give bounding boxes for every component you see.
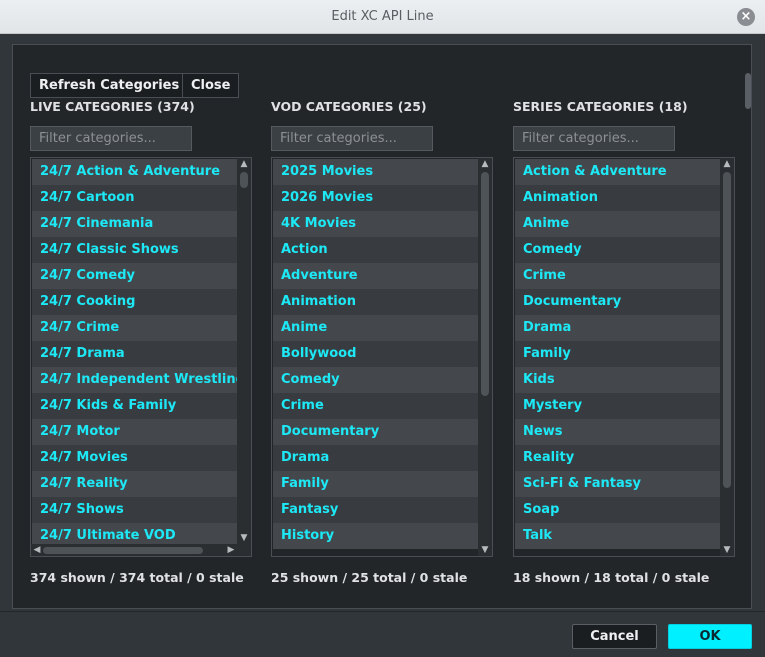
- live-category-item[interactable]: 24/7 Cooking: [32, 289, 237, 315]
- refresh-categories-button[interactable]: Refresh Categories: [30, 73, 189, 98]
- live-category-item[interactable]: 24/7 Movies: [32, 445, 237, 471]
- vod-category-item[interactable]: Fantasy: [273, 497, 478, 523]
- scroll-down-icon[interactable]: ▼: [720, 544, 734, 556]
- vod-scroll-thumb[interactable]: [481, 172, 489, 396]
- live-status-text: 374 shown / 374 total / 0 stale: [30, 570, 244, 585]
- live-category-item[interactable]: 24/7 Classic Shows: [32, 237, 237, 263]
- live-categories-list[interactable]: 24/7 Action & Adventure 24/7 Cartoon 24/7 …: [30, 157, 252, 557]
- vod-category-item[interactable]: 2025 Movies: [273, 159, 478, 185]
- vod-category-item[interactable]: Bollywood: [273, 341, 478, 367]
- series-categories-heading: SERIES CATEGORIES (18): [513, 99, 688, 114]
- footer-divider: [0, 611, 765, 612]
- live-vertical-scrollbar[interactable]: ▲ ▼: [237, 158, 251, 556]
- vod-category-item[interactable]: 2026 Movies: [273, 185, 478, 211]
- live-category-item[interactable]: 24/7 Kids & Family: [32, 393, 237, 419]
- panel-scrollbar[interactable]: [745, 73, 751, 109]
- vod-category-item[interactable]: Animation: [273, 289, 478, 315]
- live-category-item[interactable]: 24/7 Motor: [32, 419, 237, 445]
- scroll-up-icon[interactable]: ▲: [237, 158, 251, 170]
- series-category-item[interactable]: Crime: [515, 263, 720, 289]
- series-category-item[interactable]: Sci-Fi & Fantasy: [515, 471, 720, 497]
- series-category-item[interactable]: Action & Adventure: [515, 159, 720, 185]
- ok-button[interactable]: OK: [668, 624, 752, 649]
- window-close-icon[interactable]: ×: [737, 8, 755, 26]
- live-category-item[interactable]: 24/7 Independent Wrestling TV: [32, 367, 237, 393]
- series-vertical-scrollbar[interactable]: ▲ ▼: [720, 158, 734, 556]
- close-button[interactable]: Close: [182, 73, 240, 98]
- cancel-button[interactable]: Cancel: [572, 624, 657, 649]
- series-category-item[interactable]: Anime: [515, 211, 720, 237]
- categories-panel: Refresh Categories Close LIVE CATEGORIES…: [12, 44, 752, 609]
- title-bar: Edit XC API Line ×: [0, 0, 765, 34]
- scroll-right-icon[interactable]: ▶: [225, 544, 237, 556]
- live-category-item[interactable]: 24/7 Cinemania: [32, 211, 237, 237]
- scroll-up-icon[interactable]: ▲: [478, 158, 492, 170]
- series-categories-list[interactable]: Action & Adventure Animation Anime Comedy Cr…: [513, 157, 735, 557]
- live-categories-column: LIVE CATEGORIES (374) 24/7 Action & Adve…: [30, 97, 252, 585]
- vod-category-item[interactable]: 4K Movies: [273, 211, 478, 237]
- scroll-left-icon[interactable]: ◀: [31, 544, 43, 556]
- series-categories-column: SERIES CATEGORIES (18) Action & Adventur…: [513, 97, 735, 585]
- series-category-item[interactable]: News: [515, 419, 720, 445]
- vod-filter-input[interactable]: [271, 126, 433, 151]
- vod-category-item[interactable]: Action: [273, 237, 478, 263]
- series-category-item[interactable]: Comedy: [515, 237, 720, 263]
- live-filter-input[interactable]: [30, 126, 192, 151]
- vod-category-item[interactable]: Family: [273, 471, 478, 497]
- vod-category-item[interactable]: Documentary: [273, 419, 478, 445]
- live-category-item[interactable]: 24/7 Action & Adventure: [32, 159, 237, 185]
- vod-category-item[interactable]: History: [273, 523, 478, 549]
- vod-categories-column: VOD CATEGORIES (25) 2025 Movies2026 Movi…: [271, 97, 493, 585]
- live-category-item[interactable]: 24/7 Comedy: [32, 263, 237, 289]
- live-category-item[interactable]: 24/7 Shows: [32, 497, 237, 523]
- series-category-item[interactable]: Family: [515, 341, 720, 367]
- live-category-item[interactable]: 24/7 Drama: [32, 341, 237, 367]
- series-category-item[interactable]: Soap: [515, 497, 720, 523]
- series-category-item[interactable]: Documentary: [515, 289, 720, 315]
- vod-category-item[interactable]: Comedy: [273, 367, 478, 393]
- live-horizontal-scrollbar[interactable]: ◀ ▶: [31, 544, 237, 556]
- dialog-body: Refresh Categories Close LIVE CATEGORIES…: [0, 34, 765, 657]
- live-scroll-thumb[interactable]: [240, 172, 248, 188]
- live-hscroll-thumb[interactable]: [43, 547, 203, 554]
- series-filter-input[interactable]: [513, 126, 675, 151]
- vod-category-item[interactable]: Anime: [273, 315, 478, 341]
- vod-category-item[interactable]: Adventure: [273, 263, 478, 289]
- series-category-item[interactable]: Mystery: [515, 393, 720, 419]
- series-category-item[interactable]: Drama: [515, 315, 720, 341]
- vod-categories-heading: VOD CATEGORIES (25): [271, 99, 427, 114]
- vod-status-text: 25 shown / 25 total / 0 stale: [271, 570, 468, 585]
- series-category-item[interactable]: Talk: [515, 523, 720, 549]
- series-category-item[interactable]: Reality: [515, 445, 720, 471]
- scroll-down-icon[interactable]: ▼: [478, 544, 492, 556]
- live-categories-heading: LIVE CATEGORIES (374): [30, 99, 195, 114]
- series-status-text: 18 shown / 18 total / 0 stale: [513, 570, 710, 585]
- vod-category-item[interactable]: Crime: [273, 393, 478, 419]
- series-scroll-thumb[interactable]: [723, 172, 731, 488]
- live-category-item[interactable]: 24/7 Cartoon: [32, 185, 237, 211]
- vod-category-item[interactable]: Drama: [273, 445, 478, 471]
- series-category-item[interactable]: Animation: [515, 185, 720, 211]
- scroll-up-icon[interactable]: ▲: [720, 158, 734, 170]
- series-category-item[interactable]: Kids: [515, 367, 720, 393]
- window-title: Edit XC API Line: [331, 9, 434, 24]
- live-category-item[interactable]: 24/7 Reality: [32, 471, 237, 497]
- scroll-down-icon[interactable]: ▼: [237, 532, 251, 544]
- vod-categories-list[interactable]: 2025 Movies 2026 Movies 4K Movies Action Adv…: [271, 157, 493, 557]
- live-category-item[interactable]: 24/7 Crime: [32, 315, 237, 341]
- vod-vertical-scrollbar[interactable]: ▲ ▼: [478, 158, 492, 556]
